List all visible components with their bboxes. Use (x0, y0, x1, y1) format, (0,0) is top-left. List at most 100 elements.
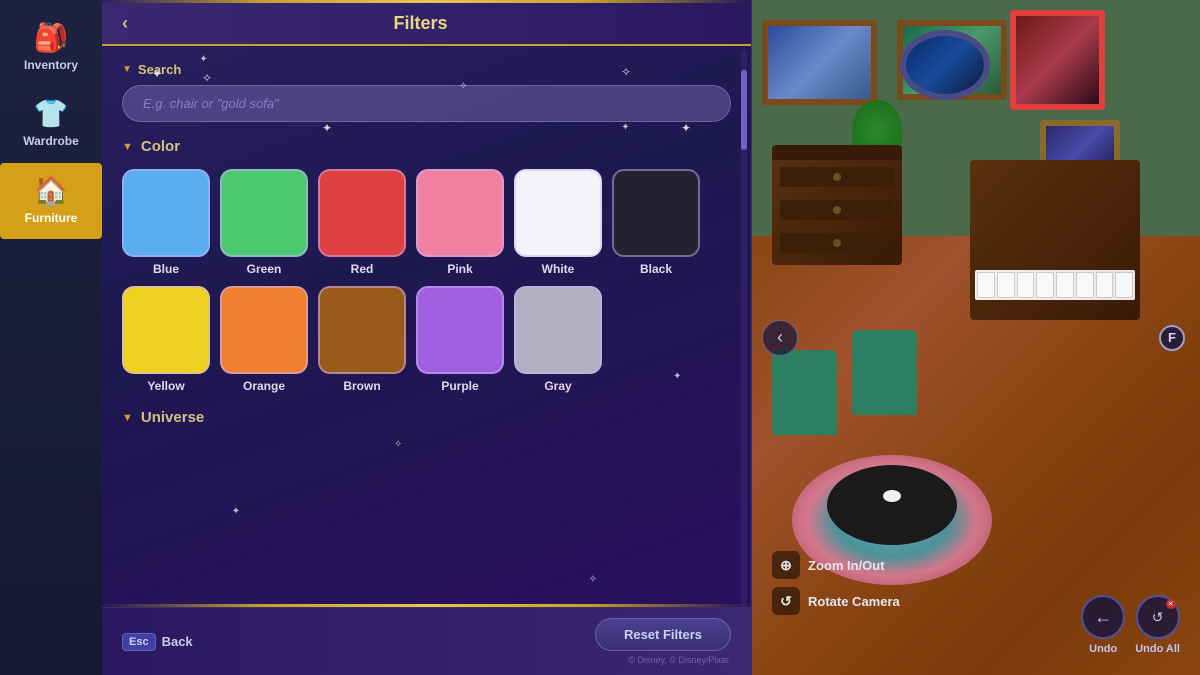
color-swatch-gray[interactable] (514, 286, 602, 374)
back-button[interactable]: ‹ (122, 13, 128, 34)
color-label-blue: Blue (153, 262, 179, 276)
color-swatch-pink[interactable] (416, 169, 504, 257)
color-swatch-purple[interactable] (416, 286, 504, 374)
furniture-chair-right (852, 360, 917, 415)
color-label-gray: Gray (544, 379, 571, 393)
sparkle-5: ✦ (681, 121, 691, 135)
chair-body-right (852, 360, 917, 415)
sidebar-item-furniture-label: Furniture (25, 211, 78, 225)
panel-content[interactable]: Search ✦ ✧ ✦ ✧ ✦ Color (102, 46, 751, 604)
inventory-icon: 🎒 (34, 24, 69, 52)
panel-footer: Esc Back Reset Filters © Disney, © Disne… (102, 607, 751, 675)
color-swatch-black[interactable] (612, 169, 700, 257)
color-swatch-green[interactable] (220, 169, 308, 257)
frame-content-4 (906, 36, 984, 94)
rotate-label: Rotate Camera (808, 594, 900, 609)
color-label-pink: Pink (447, 262, 472, 276)
sidebar-item-inventory-label: Inventory (24, 58, 78, 72)
wardrobe-icon: 👕 (34, 100, 69, 128)
esc-key: Esc (122, 633, 156, 651)
color-item-purple[interactable]: Purple (416, 286, 504, 393)
undo-icon: ← (1081, 595, 1125, 639)
esc-back-control[interactable]: Esc Back (122, 633, 193, 651)
piano-key (1096, 272, 1114, 298)
color-swatch-orange[interactable] (220, 286, 308, 374)
color-swatch-white[interactable] (514, 169, 602, 257)
color-swatch-yellow[interactable] (122, 286, 210, 374)
table-top (827, 465, 957, 545)
color-item-pink[interactable]: Pink (416, 169, 504, 276)
filter-panel: ✦ ✧ ✦ ✧ ✦ ✧ ✦ ✧ ✦ ✧ ‹ Filters Search (102, 0, 752, 675)
chair-body-left (772, 380, 837, 435)
search-section: Search ✦ ✧ ✦ ✧ ✦ (122, 62, 731, 122)
color-item-black[interactable]: Black (612, 169, 700, 276)
color-item-orange[interactable]: Orange (220, 286, 308, 393)
color-item-red[interactable]: Red (318, 169, 406, 276)
game-view: ‹ F ⊕ Zoom In/Out ↺ Rotate Camera ← Undo… (752, 0, 1200, 675)
undo-button[interactable]: ← Undo (1081, 595, 1125, 655)
panel-header: ‹ Filters (102, 3, 751, 46)
chair-back-right (852, 330, 917, 365)
piano-key (1036, 272, 1054, 298)
color-section-header: Color (122, 138, 731, 155)
furniture-chair-left (772, 380, 837, 435)
furniture-dresser (772, 155, 902, 285)
nav-left-button[interactable]: ‹ (762, 320, 798, 356)
color-label-brown: Brown (343, 379, 380, 393)
search-section-label: Search (122, 62, 731, 77)
color-item-blue[interactable]: Blue (122, 169, 210, 276)
color-label-white: White (542, 262, 575, 276)
game-controls-overlay: ⊕ Zoom In/Out ↺ Rotate Camera (772, 551, 900, 615)
color-swatch-red[interactable] (318, 169, 406, 257)
color-swatch-blue[interactable] (122, 169, 210, 257)
zoom-icon: ⊕ (772, 551, 800, 579)
undo-all-button[interactable]: ↺ ✕ Undo All (1135, 595, 1180, 655)
furniture-piano (970, 160, 1150, 360)
search-input-wrap: ✦ ✧ ✦ ✧ ✦ (122, 85, 731, 122)
color-label-green: Green (247, 262, 282, 276)
sidebar-item-wardrobe[interactable]: 👕 Wardrobe (0, 86, 102, 162)
color-item-brown[interactable]: Brown (318, 286, 406, 393)
color-item-white[interactable]: White (514, 169, 602, 276)
piano-key (1017, 272, 1035, 298)
color-label-black: Black (640, 262, 672, 276)
color-swatch-brown[interactable] (318, 286, 406, 374)
piano-key (997, 272, 1015, 298)
copyright: © Disney, © Disney/Pixar. (628, 655, 731, 665)
main-area: ✦ ✧ ✦ ✧ ✦ ✧ ✦ ✧ ✦ ✧ ‹ Filters Search (102, 0, 1200, 675)
reset-filters-button[interactable]: Reset Filters (595, 618, 731, 651)
undo-area: ← Undo ↺ ✕ Undo All (1081, 595, 1180, 655)
color-item-green[interactable]: Green (220, 169, 308, 276)
dresser-body (772, 155, 902, 265)
furniture-icon: 🏠 (34, 177, 69, 205)
wall-frame-5 (1010, 10, 1105, 110)
dresser-top (772, 145, 902, 160)
undo-label: Undo (1089, 643, 1117, 655)
universe-section-header: Universe (122, 409, 731, 426)
sidebar: 🎒 Inventory 👕 Wardrobe 🏠 Furniture (0, 0, 102, 675)
sidebar-item-wardrobe-label: Wardrobe (23, 134, 79, 148)
color-item-gray[interactable]: Gray (514, 286, 602, 393)
piano-key (1115, 272, 1133, 298)
piano-keys (975, 270, 1135, 300)
piano-body (970, 160, 1140, 320)
color-label-orange: Orange (243, 379, 285, 393)
rotate-icon: ↺ (772, 587, 800, 615)
f-badge: F (1159, 325, 1185, 351)
sidebar-item-inventory[interactable]: 🎒 Inventory (0, 10, 102, 86)
color-grid: Blue Green Red Pink (122, 169, 731, 393)
zoom-label: Zoom In/Out (808, 558, 885, 573)
sidebar-item-furniture[interactable]: 🏠 Furniture (0, 163, 102, 239)
frame-content-5 (1016, 16, 1099, 104)
furniture-table (827, 465, 957, 545)
wall-frame-4 (900, 30, 990, 100)
panel-title: Filters (144, 13, 697, 34)
search-input[interactable] (122, 85, 731, 122)
color-label-red: Red (351, 262, 374, 276)
piano-key (1056, 272, 1074, 298)
undo-all-label: Undo All (1135, 643, 1180, 655)
back-label: Back (162, 634, 193, 649)
undo-all-icon: ↺ ✕ (1136, 595, 1180, 639)
frame-content-1 (768, 26, 871, 99)
color-item-yellow[interactable]: Yellow (122, 286, 210, 393)
